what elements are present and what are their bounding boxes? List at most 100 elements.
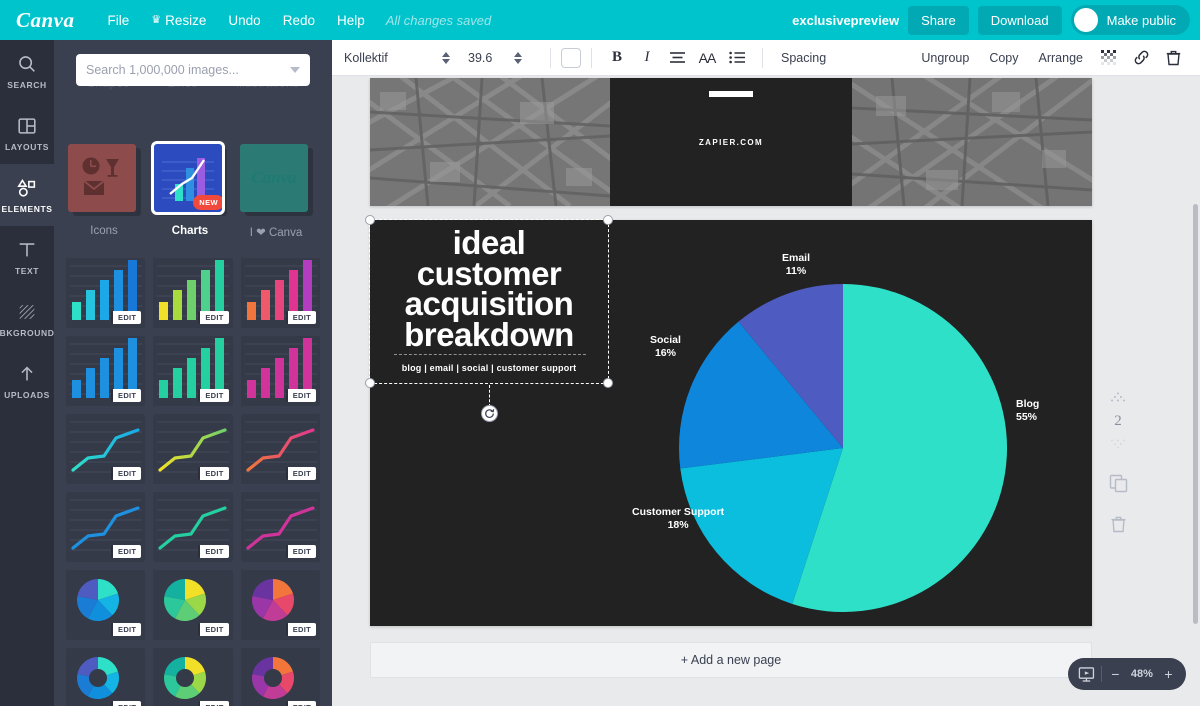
sidebar-item-search[interactable]: SEARCH [0, 40, 54, 102]
bold-button[interactable]: B [602, 45, 632, 71]
arrange-button[interactable]: Arrange [1030, 51, 1092, 65]
edit-chart-button[interactable]: EDIT [111, 545, 142, 558]
ungroup-button[interactable]: Ungroup [912, 51, 978, 65]
canvas-vertical-scrollbar[interactable] [1193, 204, 1198, 624]
resize-handle-bottom-left[interactable] [365, 378, 375, 388]
download-button[interactable]: Download [977, 5, 1062, 35]
edit-chart-button[interactable]: EDIT [198, 311, 229, 324]
zoom-in-button[interactable]: + [1161, 666, 1176, 682]
sidebar-item-elements[interactable]: ELEMENTS [0, 164, 54, 226]
tile-charts-face: NEW [154, 144, 222, 212]
chart-thumbnail-line[interactable]: EDIT [66, 492, 146, 562]
pie-chart[interactable] [678, 283, 1008, 613]
add-new-page-button[interactable]: + Add a new page [370, 642, 1092, 678]
italic-button[interactable]: I [632, 45, 662, 71]
edit-chart-button[interactable]: EDIT [285, 467, 316, 480]
chevron-up-icon[interactable] [1109, 392, 1127, 404]
edit-chart-button[interactable]: EDIT [111, 389, 142, 402]
chart-thumbnail-pie[interactable]: EDIT [153, 570, 233, 640]
text-object[interactable]: ideal customer acquisition breakdown blo… [370, 220, 608, 383]
category-tiles: Icons NEW Charts Canva I ❤ Canva [54, 144, 332, 239]
tile-i-love-canva[interactable]: Canva I ❤ Canva [240, 144, 313, 239]
page-1[interactable]: ZAPIER.COM [370, 78, 1092, 206]
share-button[interactable]: Share [908, 5, 969, 35]
edit-chart-button[interactable]: EDIT [285, 389, 316, 402]
chart-thumbnail-bar[interactable]: EDIT [240, 258, 320, 328]
make-public-toggle[interactable]: Make public [1070, 5, 1190, 35]
edit-chart-button[interactable]: EDIT [198, 701, 229, 706]
edit-chart-button[interactable]: EDIT [285, 311, 316, 324]
chart-thumbnail-bar[interactable]: EDIT [66, 258, 146, 328]
chart-results-row: EDIT EDIT EDIT [66, 414, 320, 484]
edit-chart-button[interactable]: EDIT [285, 701, 316, 706]
zoom-out-button[interactable]: − [1108, 666, 1123, 682]
chart-thumbnail-bar[interactable]: EDIT [153, 336, 233, 406]
letter-case-button[interactable]: AA [692, 45, 722, 71]
resize-handle-bottom-right[interactable] [603, 378, 613, 388]
font-size-value[interactable]: 39.6 [468, 51, 512, 65]
edit-chart-button[interactable]: EDIT [198, 545, 229, 558]
transparency-button[interactable] [1094, 45, 1124, 71]
sidebar-item-uploads[interactable]: UPLOADS [0, 350, 54, 412]
background-icon [19, 304, 35, 319]
sidebar-item-text[interactable]: TEXT [0, 226, 54, 288]
sidebar-item-background[interactable]: BKGROUND [0, 288, 54, 350]
architecture-photo-icon [370, 78, 610, 206]
chart-thumbnail-bar[interactable]: EDIT [66, 336, 146, 406]
chart-thumbnail-line[interactable]: EDIT [153, 414, 233, 484]
edit-chart-button[interactable]: EDIT [198, 467, 229, 480]
menu-redo[interactable]: Redo [272, 7, 326, 34]
chart-thumbnail-donut[interactable]: EDIT [66, 648, 146, 706]
font-family-stepper[interactable] [440, 51, 452, 64]
text-color-swatch[interactable] [561, 47, 581, 68]
spacing-button[interactable]: Spacing [773, 51, 834, 65]
resize-handle-top-left[interactable] [365, 215, 375, 225]
canva-logo[interactable]: Canva [16, 8, 75, 33]
present-icon[interactable] [1078, 665, 1095, 683]
link-button[interactable] [1126, 45, 1156, 71]
menu-resize[interactable]: ♛ Resize [140, 7, 217, 34]
toolbar-right-group: Ungroup Copy Arrange [912, 45, 1188, 71]
font-family-value[interactable]: Kollektif [344, 51, 440, 65]
align-button[interactable] [662, 45, 692, 71]
page-2[interactable]: ideal customer acquisition breakdown blo… [365, 215, 1092, 626]
donut-thumbnail-icon [251, 657, 294, 699]
font-size-stepper[interactable] [512, 51, 524, 64]
menu-file[interactable]: File [97, 7, 141, 34]
list-button[interactable] [722, 45, 752, 71]
edit-chart-button[interactable]: EDIT [111, 311, 142, 324]
edit-chart-button[interactable]: EDIT [111, 467, 142, 480]
chevron-down-icon[interactable] [290, 67, 300, 73]
search-box[interactable] [76, 54, 310, 86]
tile-icons[interactable]: Icons [68, 144, 141, 239]
canvas-area[interactable]: ZAPIER.COM ideal customer acquisition br… [332, 76, 1200, 706]
chart-thumbnail-line[interactable]: EDIT [240, 414, 320, 484]
edit-chart-button[interactable]: EDIT [111, 623, 142, 636]
chart-thumbnail-donut[interactable]: EDIT [240, 648, 320, 706]
edit-chart-button[interactable]: EDIT [285, 545, 316, 558]
edit-chart-button[interactable]: EDIT [111, 701, 142, 706]
chart-thumbnail-bar[interactable]: EDIT [153, 258, 233, 328]
duplicate-icon[interactable] [1109, 474, 1128, 493]
edit-chart-button[interactable]: EDIT [198, 623, 229, 636]
menu-help[interactable]: Help [326, 7, 376, 34]
copy-button[interactable]: Copy [980, 51, 1027, 65]
chart-thumbnail-bar[interactable]: EDIT [240, 336, 320, 406]
menu-undo[interactable]: Undo [217, 7, 271, 34]
delete-button[interactable] [1158, 45, 1188, 71]
edit-chart-button[interactable]: EDIT [198, 389, 229, 402]
sidebar-item-layouts[interactable]: LAYOUTS [0, 102, 54, 164]
trash-icon[interactable] [1110, 515, 1127, 533]
chart-thumbnail-line[interactable]: EDIT [240, 492, 320, 562]
chart-thumbnail-line[interactable]: EDIT [66, 414, 146, 484]
chart-thumbnail-pie[interactable]: EDIT [66, 570, 146, 640]
edit-chart-button[interactable]: EDIT [285, 623, 316, 636]
chart-thumbnail-pie[interactable]: EDIT [240, 570, 320, 640]
rotate-handle[interactable] [481, 405, 498, 422]
username-label[interactable]: exclusivepreview [792, 13, 899, 28]
chart-thumbnail-donut[interactable]: EDIT [153, 648, 233, 706]
search-input[interactable] [86, 63, 290, 77]
tile-charts[interactable]: NEW Charts [154, 144, 227, 239]
resize-handle-top-right[interactable] [603, 215, 613, 225]
chart-thumbnail-line[interactable]: EDIT [153, 492, 233, 562]
